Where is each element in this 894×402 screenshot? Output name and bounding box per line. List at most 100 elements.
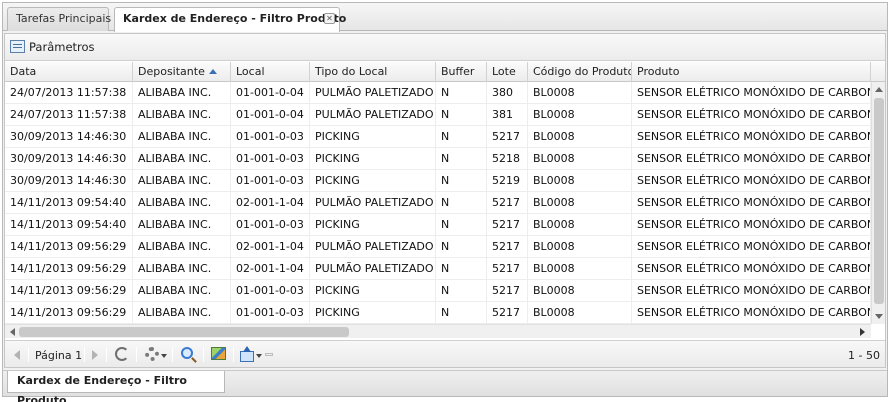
cell-depositante: ALIBABA INC. xyxy=(133,148,231,170)
cell-lote: 5218 xyxy=(487,148,528,170)
cell-codigo-produto: BL0008 xyxy=(528,280,632,302)
cell-data: 30/09/2013 14:46:30 xyxy=(5,126,133,148)
cell-data: 24/07/2013 11:57:38 xyxy=(5,82,133,104)
table-row[interactable]: 14/11/2013 09:54:40 ALIBABA INC. 02-001-1-… xyxy=(5,192,871,214)
table-row[interactable]: 14/11/2013 09:56:29 ALIBABA INC. 01-001-0-… xyxy=(5,302,871,324)
taskbar-window-button[interactable]: Kardex de Endereço - Filtro Produto xyxy=(7,371,225,402)
scroll-down-icon[interactable] xyxy=(875,314,883,319)
chevron-down-icon[interactable] xyxy=(161,354,167,358)
parameters-label[interactable]: Parâmetros xyxy=(29,40,95,54)
cell-codigo-produto: BL0008 xyxy=(528,170,632,192)
column-header-tipo-local[interactable]: Tipo do Local xyxy=(310,62,436,82)
page-label: Página 1 xyxy=(35,349,83,362)
cell-codigo-produto: BL0008 xyxy=(528,214,632,236)
cell-lote: 5217 xyxy=(487,258,528,280)
export-icon[interactable] xyxy=(240,351,254,362)
cell-data: 14/11/2013 09:56:29 xyxy=(5,302,133,324)
toolbar-separator xyxy=(106,347,107,362)
paging-toolbar: Página 1 1 - 50 xyxy=(5,340,885,367)
cell-data: 30/09/2013 14:46:30 xyxy=(5,148,133,170)
cell-buffer: N xyxy=(436,126,487,148)
cell-lote: 5217 xyxy=(487,126,528,148)
table-row[interactable]: 30/09/2013 14:46:30 ALIBABA INC. 01-001-0-… xyxy=(5,170,871,192)
cell-depositante: ALIBABA INC. xyxy=(133,170,231,192)
cell-produto: SENSOR ELÉTRICO MONÓXIDO DE CARBONO xyxy=(632,280,871,302)
page-previous-icon[interactable] xyxy=(14,350,20,360)
app-window: Tarefas Principais Kardex de Endereço - … xyxy=(2,2,888,402)
cell-depositante: ALIBABA INC. xyxy=(133,126,231,148)
table-row[interactable]: 14/11/2013 09:54:40 ALIBABA INC. 01-001-0-… xyxy=(5,214,871,236)
cell-local: 01-001-0-03 xyxy=(231,148,310,170)
cell-lote: 5217 xyxy=(487,214,528,236)
chevron-down-icon[interactable] xyxy=(256,354,262,358)
cell-tipo-local: PULMÃO PALETIZADO xyxy=(310,82,436,104)
table-row[interactable]: 24/07/2013 11:57:38 ALIBABA INC. 01-001-0-… xyxy=(5,82,871,104)
search-icon-handle xyxy=(191,357,197,363)
cell-produto: SENSOR ELÉTRICO MONÓXIDO DE CARBONO xyxy=(632,214,871,236)
parameters-icon xyxy=(10,40,25,53)
cell-local: 01-001-0-03 xyxy=(231,170,310,192)
tab-label: Tarefas Principais xyxy=(16,12,112,25)
chart-icon[interactable] xyxy=(211,347,226,360)
cell-codigo-produto: BL0008 xyxy=(528,258,632,280)
toolbar-separator xyxy=(233,347,234,362)
cell-produto: SENSOR ELÉTRICO MONÓXIDO DE CARBONO xyxy=(632,192,871,214)
table-row[interactable]: 30/09/2013 14:46:30 ALIBABA INC. 01-001-0-… xyxy=(5,148,871,170)
parameters-bar[interactable]: Parâmetros xyxy=(5,34,885,61)
grid-body: 24/07/2013 11:57:38 ALIBABA INC. 01-001-0-… xyxy=(5,82,871,324)
cell-depositante: ALIBABA INC. xyxy=(133,280,231,302)
table-row[interactable]: 30/09/2013 14:46:30 ALIBABA INC. 01-001-0-… xyxy=(5,126,871,148)
table-row[interactable]: 14/11/2013 09:56:29 ALIBABA INC. 02-001-1-… xyxy=(5,236,871,258)
table-row[interactable]: 14/11/2013 09:56:29 ALIBABA INC. 01-001-0-… xyxy=(5,280,871,302)
cell-tipo-local: PICKING xyxy=(310,126,436,148)
cell-local: 02-001-1-04 xyxy=(231,236,310,258)
cell-buffer: N xyxy=(436,280,487,302)
table-row[interactable]: 14/11/2013 09:56:29 ALIBABA INC. 02-001-1-… xyxy=(5,258,871,280)
page-next-icon[interactable] xyxy=(92,350,98,360)
cell-local: 01-001-0-04 xyxy=(231,82,310,104)
cell-data: 14/11/2013 09:54:40 xyxy=(5,192,133,214)
toolbar-separator xyxy=(28,347,29,362)
horizontal-scrollbar[interactable] xyxy=(5,324,871,338)
cell-produto: SENSOR ELÉTRICO MONÓXIDO DE CARBONO xyxy=(632,258,871,280)
settings-icon[interactable] xyxy=(145,347,159,361)
scroll-right-icon[interactable] xyxy=(860,328,865,336)
cell-buffer: N xyxy=(436,302,487,324)
toolbar-separator xyxy=(203,347,204,362)
cell-codigo-produto: BL0008 xyxy=(528,192,632,214)
column-header-local[interactable]: Local xyxy=(231,62,310,82)
cell-produto: SENSOR ELÉTRICO MONÓXIDO DE CARBONO xyxy=(632,302,871,324)
tab-kardex-endereco[interactable]: Kardex de Endereço - Filtro Produto ✕ xyxy=(114,7,346,32)
column-header-depositante[interactable]: Depositante xyxy=(133,62,231,82)
sort-ascending-icon xyxy=(208,69,217,74)
scroll-left-icon[interactable] xyxy=(10,328,15,336)
column-header-label: Depositante xyxy=(138,65,205,78)
cell-codigo-produto: BL0008 xyxy=(528,126,632,148)
cell-produto: SENSOR ELÉTRICO MONÓXIDO DE CARBONO xyxy=(632,126,871,148)
cell-tipo-local: PICKING xyxy=(310,148,436,170)
column-header-codigo-produto[interactable]: Código do Produto xyxy=(528,62,632,82)
column-header-label: Data xyxy=(10,65,37,78)
scrollbar-thumb[interactable] xyxy=(874,98,884,304)
scroll-up-icon[interactable] xyxy=(875,87,883,92)
toolbar-separator xyxy=(84,347,85,362)
cell-codigo-produto: BL0008 xyxy=(528,148,632,170)
cell-data: 30/09/2013 14:46:30 xyxy=(5,170,133,192)
cell-local: 02-001-1-04 xyxy=(231,192,310,214)
refresh-icon[interactable] xyxy=(115,347,129,361)
scrollbar-thumb[interactable] xyxy=(19,327,349,337)
vertical-scrollbar[interactable] xyxy=(871,82,885,324)
cell-tipo-local: PICKING xyxy=(310,302,436,324)
cell-codigo-produto: BL0008 xyxy=(528,236,632,258)
column-header-buffer[interactable]: Buffer xyxy=(436,62,487,82)
close-icon[interactable]: ✕ xyxy=(324,13,335,24)
column-header-lote[interactable]: Lote xyxy=(487,62,528,82)
column-header-label: Buffer xyxy=(441,65,475,78)
grid-header: Data Depositante Local Tipo do Local Buffer L… xyxy=(5,62,885,82)
tab-tarefas-principais[interactable]: Tarefas Principais xyxy=(7,7,112,31)
column-header-data[interactable]: Data xyxy=(5,62,133,82)
table-row[interactable]: 24/07/2013 11:57:38 ALIBABA INC. 01-001-0-… xyxy=(5,104,871,126)
column-header-produto[interactable]: Produto xyxy=(632,62,871,82)
cell-buffer: N xyxy=(436,104,487,126)
cell-tipo-local: PULMÃO PALETIZADO xyxy=(310,258,436,280)
